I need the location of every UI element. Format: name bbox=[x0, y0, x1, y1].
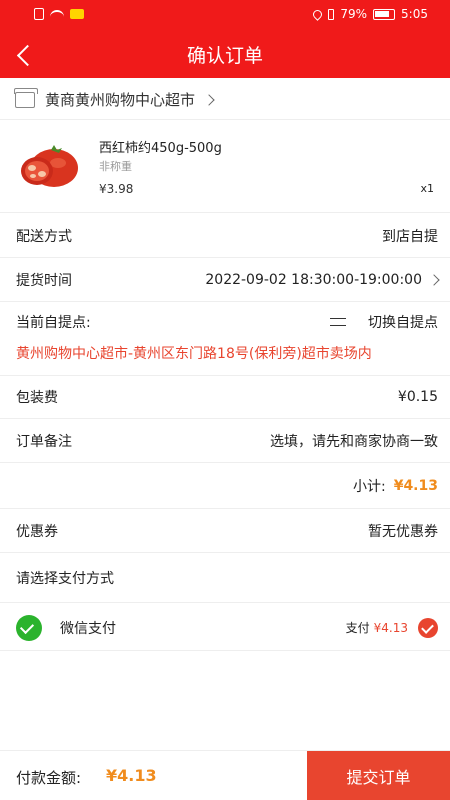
product-item: 西红柿约450g-500g 非称重 ¥3.98 x1 bbox=[0, 121, 450, 213]
app-header: 确认订单 bbox=[0, 30, 450, 78]
product-spec: 非称重 bbox=[99, 160, 132, 173]
status-bar: 79% 5:05 bbox=[0, 0, 450, 30]
wechat-pay-left: 微信支付 bbox=[16, 614, 116, 641]
pickup-time-value: 2022-09-02 18:30:00-19:00:00 bbox=[205, 271, 422, 288]
store-icon bbox=[14, 87, 38, 108]
wechat-pay-right: 支付 ¥4.13 bbox=[345, 617, 438, 638]
subtotal-wrap: 小计: ¥4.13 bbox=[353, 476, 438, 496]
total-label: 付款金额: bbox=[16, 769, 82, 787]
battery-icon bbox=[373, 8, 396, 20]
pickup-address: 黄州购物中心超市-黄州区东门路18号(保利旁)超市卖场内 bbox=[16, 346, 372, 362]
payment-method-title: 请选择支付方式 bbox=[16, 570, 114, 587]
chevron-right-icon bbox=[203, 93, 215, 106]
pickup-time-row[interactable]: 提货时间 2022-09-02 18:30:00-19:00:00 bbox=[0, 258, 450, 302]
total-value: ¥4.13 bbox=[106, 766, 157, 785]
wechat-icon bbox=[16, 614, 42, 641]
product-name: 西红柿约450g-500g bbox=[99, 141, 222, 156]
coupon-value: 暂无优惠券 bbox=[368, 523, 438, 540]
swap-icon bbox=[330, 315, 348, 329]
packaging-fee-value: ¥0.15 bbox=[397, 389, 438, 405]
product-quantity: x1 bbox=[420, 182, 434, 195]
store-name: 黄商黄州购物中心超市 bbox=[45, 91, 196, 109]
coupon-row[interactable]: 优惠券 暂无优惠券 bbox=[0, 509, 450, 553]
subtotal-row: 小计: ¥4.13 bbox=[0, 463, 450, 509]
switch-pickup-label: 切换自提点 bbox=[368, 315, 438, 331]
app-notification-icon bbox=[70, 9, 84, 19]
wifi-icon bbox=[50, 10, 64, 18]
subtotal-label: 小计: bbox=[352, 478, 386, 495]
pickup-point-label: 当前自提点: bbox=[16, 315, 91, 331]
wechat-pay-label: 微信支付 bbox=[60, 620, 116, 637]
order-remark-label: 订单备注 bbox=[16, 433, 72, 450]
delivery-method-value: 到店自提 bbox=[382, 228, 438, 245]
packaging-fee-label: 包装费 bbox=[16, 390, 58, 406]
store-row[interactable]: 黄商黄州购物中心超市 bbox=[0, 80, 450, 120]
order-remark-input[interactable]: 选填，请先和商家协商一致 bbox=[270, 431, 438, 451]
coupon-label: 优惠券 bbox=[16, 523, 58, 540]
bottom-bar: 付款金额: ¥4.13 提交订单 bbox=[0, 750, 450, 800]
order-remark-row: 订单备注 选填，请先和商家协商一致 bbox=[0, 419, 450, 463]
delivery-method-label: 配送方式 bbox=[16, 228, 72, 245]
status-left-icons bbox=[34, 8, 84, 20]
pay-label: 支付 bbox=[345, 621, 370, 635]
page-title: 确认订单 bbox=[186, 45, 263, 67]
clock: 5:05 bbox=[401, 7, 428, 21]
pickup-time-label: 提货时间 bbox=[16, 272, 72, 289]
pickup-point-row: 当前自提点: 切换自提点 bbox=[0, 302, 450, 342]
battery-percent: 79% bbox=[340, 7, 368, 21]
payment-method-header: 请选择支付方式 bbox=[0, 553, 450, 603]
pay-amount: ¥4.13 bbox=[373, 620, 408, 635]
sim-card-icon bbox=[34, 8, 44, 20]
location-icon bbox=[311, 7, 325, 21]
delivery-method-row[interactable]: 配送方式 到店自提 bbox=[0, 214, 450, 258]
chevron-right-icon bbox=[428, 273, 440, 286]
product-price: ¥3.98 bbox=[99, 182, 134, 196]
wechat-pay-option[interactable]: 微信支付 支付 ¥4.13 bbox=[0, 605, 450, 651]
switch-pickup-button[interactable]: 切换自提点 bbox=[330, 312, 438, 332]
subtotal-value: ¥4.13 bbox=[393, 477, 438, 494]
pickup-time-value-wrap: 2022-09-02 18:30:00-19:00:00 bbox=[205, 271, 440, 288]
submit-order-button[interactable]: 提交订单 bbox=[307, 751, 450, 800]
tomato-image bbox=[21, 145, 78, 187]
vibrate-icon bbox=[328, 8, 335, 20]
packaging-fee-row: 包装费 ¥0.15 bbox=[0, 376, 450, 419]
selected-check-icon bbox=[418, 617, 438, 638]
status-right-icons: 79% 5:05 bbox=[311, 7, 428, 21]
